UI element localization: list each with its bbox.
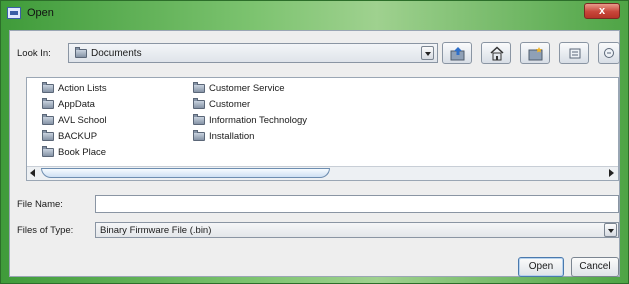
details-view-icon bbox=[604, 48, 614, 58]
horizontal-scrollbar[interactable] bbox=[27, 166, 618, 180]
folder-icon bbox=[193, 81, 205, 93]
new-folder-button[interactable] bbox=[520, 42, 550, 64]
scroll-left-icon[interactable] bbox=[28, 169, 38, 178]
folder-icon bbox=[42, 145, 54, 157]
open-button[interactable]: Open bbox=[518, 257, 564, 277]
look-in-dropdown[interactable]: Documents bbox=[68, 43, 438, 63]
scroll-right-icon[interactable] bbox=[606, 169, 616, 178]
file-type-dropdown[interactable]: Binary Firmware File (.bin) bbox=[95, 222, 619, 238]
list-item[interactable]: Customer bbox=[193, 97, 250, 111]
title-bar[interactable]: Open x bbox=[1, 1, 628, 31]
folder-icon bbox=[193, 97, 205, 109]
file-type-label: Files of Type: bbox=[17, 225, 74, 236]
list-item[interactable]: Book Place bbox=[42, 145, 106, 159]
dialog-body: Look In: Documents Action Lists AppData … bbox=[9, 30, 620, 277]
file-type-value: Binary Firmware File (.bin) bbox=[100, 225, 212, 236]
up-one-level-button[interactable] bbox=[442, 42, 472, 64]
window-title: Open bbox=[27, 7, 54, 19]
list-view-icon bbox=[569, 48, 581, 59]
look-in-label: Look In: bbox=[17, 48, 51, 59]
new-folder-icon bbox=[528, 47, 543, 61]
up-folder-icon bbox=[450, 47, 465, 61]
chevron-down-icon[interactable] bbox=[604, 223, 617, 237]
folder-icon bbox=[193, 113, 205, 125]
close-button[interactable]: x bbox=[584, 3, 620, 19]
folder-icon bbox=[42, 129, 54, 141]
list-item[interactable]: Installation bbox=[193, 129, 254, 143]
list-item[interactable]: Customer Service bbox=[193, 81, 285, 95]
list-item[interactable]: BACKUP bbox=[42, 129, 97, 143]
open-dialog-window: Open x Look In: Documents Action Lists A… bbox=[0, 0, 629, 284]
folder-icon bbox=[42, 97, 54, 109]
file-name-input[interactable] bbox=[95, 195, 619, 213]
folder-icon bbox=[42, 81, 54, 93]
file-list[interactable]: Action Lists AppData AVL School BACKUP B… bbox=[26, 77, 619, 181]
list-item[interactable]: AppData bbox=[42, 97, 95, 111]
scrollbar-thumb[interactable] bbox=[41, 168, 330, 178]
look-in-value: Documents bbox=[91, 48, 142, 59]
list-item[interactable]: AVL School bbox=[42, 113, 107, 127]
folder-icon bbox=[42, 113, 54, 125]
details-view-button[interactable] bbox=[598, 42, 620, 64]
list-view-button[interactable] bbox=[559, 42, 589, 64]
cancel-button[interactable]: Cancel bbox=[571, 257, 619, 277]
chevron-down-icon[interactable] bbox=[421, 46, 434, 60]
file-name-label: File Name: bbox=[17, 199, 63, 210]
app-icon bbox=[7, 7, 21, 19]
folder-icon bbox=[193, 129, 205, 141]
home-button[interactable] bbox=[481, 42, 511, 64]
folder-icon bbox=[75, 47, 87, 58]
list-item[interactable]: Information Technology bbox=[193, 113, 307, 127]
home-icon bbox=[490, 46, 504, 61]
list-item[interactable]: Action Lists bbox=[42, 81, 107, 95]
